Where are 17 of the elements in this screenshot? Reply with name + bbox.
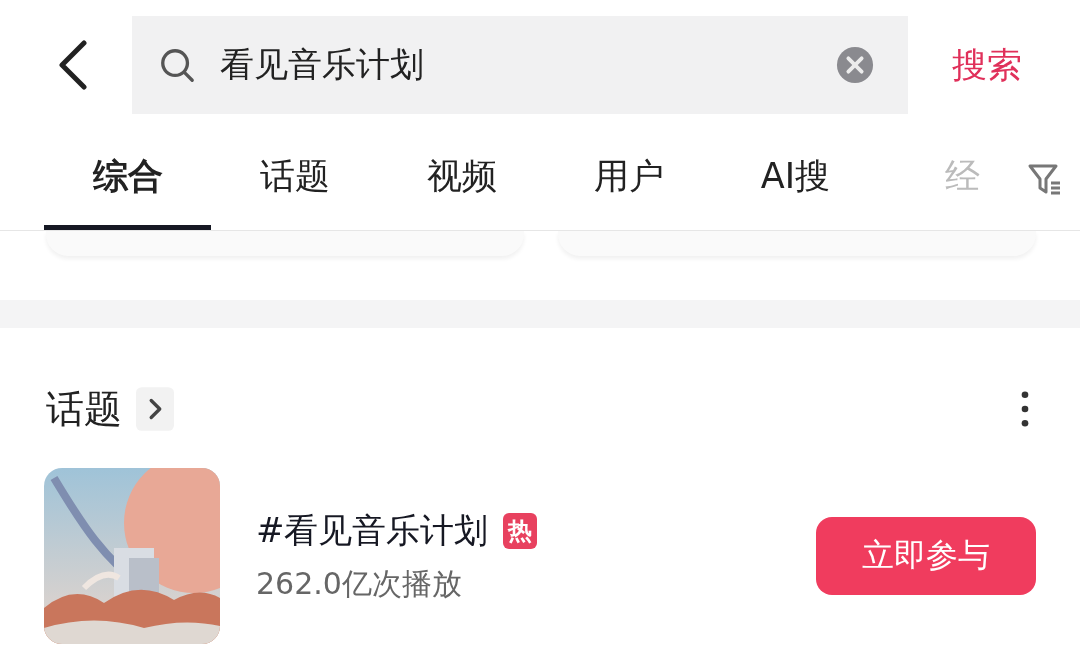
tab[interactable]: AI搜 [712, 128, 879, 230]
tab[interactable]: 话题 [211, 128, 378, 230]
chevron-right-icon[interactable] [136, 387, 174, 431]
tab[interactable]: 用户 [545, 128, 712, 230]
search-bar[interactable]: 看见音乐计划 [132, 16, 908, 114]
section-title: 话题 [46, 385, 122, 433]
search-icon [158, 46, 196, 84]
search-field[interactable]: 看见音乐计划 [218, 44, 836, 86]
back-icon[interactable] [58, 40, 88, 90]
more-icon[interactable] [1020, 390, 1030, 428]
search-button[interactable]: 搜索 [952, 41, 1022, 89]
join-button[interactable]: 立即参与 [816, 517, 1036, 595]
clear-icon[interactable] [836, 46, 874, 84]
topic-title[interactable]: #看见音乐计划 [256, 507, 489, 554]
tab[interactable]: 视频 [378, 128, 545, 230]
hot-badge: 热 [502, 512, 537, 549]
play-count: 262.0亿次播放 [256, 564, 463, 603]
